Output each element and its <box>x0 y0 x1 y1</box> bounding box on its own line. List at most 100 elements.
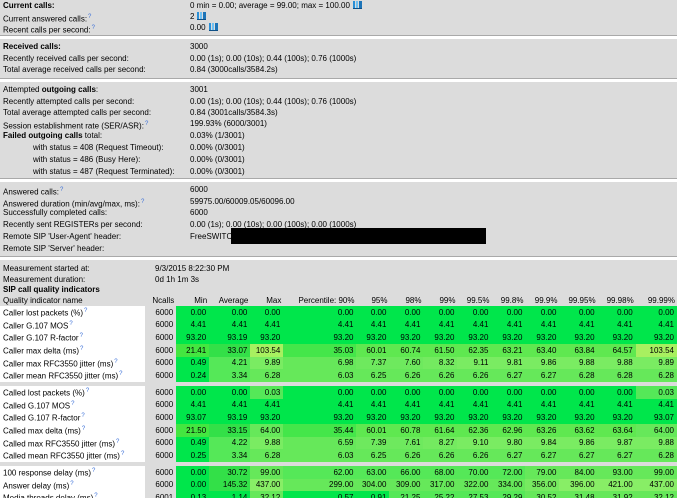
value-cell: 9.84 <box>525 436 560 450</box>
value-cell: 63.62 <box>559 423 598 437</box>
avg-received-value: 0.84 (3000calls/3584.2s) <box>190 65 278 74</box>
table-row: 100 response delay (ms)? 6000 0.00 30.72 99.… <box>0 465 677 479</box>
value-cell: 4.41 <box>209 398 251 412</box>
help-icon[interactable]: ? <box>114 359 117 365</box>
value-cell: 4.22 <box>209 436 251 450</box>
current-calls-section: Current calls: 0 min = 0.00; average = 9… <box>0 0 677 36</box>
value-cell: 4.41 <box>176 398 210 412</box>
value-cell: 0.00 <box>491 385 526 399</box>
help-icon[interactable]: ? <box>70 481 73 487</box>
help-icon[interactable]: ? <box>92 468 95 474</box>
value-cell: 62.96 <box>491 423 526 437</box>
help-icon[interactable]: ? <box>116 439 119 445</box>
value-cell: 0.00 <box>597 306 636 319</box>
value-cell: 93.20 <box>597 411 636 424</box>
value-cell: 299.00 <box>283 478 357 492</box>
value-cell: 9.88 <box>559 356 598 370</box>
table-row: Called lost packets (%)? 6000 0.00 0.00 0.03… <box>0 385 677 399</box>
help-icon[interactable]: ? <box>94 493 97 498</box>
indicator-name: Called mean RFC3550 jitter (ms)? <box>0 449 146 462</box>
value-cell: 437.00 <box>635 478 677 492</box>
value-cell: 9.89 <box>250 356 284 370</box>
help-icon[interactable]: ? <box>92 25 95 31</box>
value-cell: 4.41 <box>423 318 458 332</box>
status-486-label: with status = 486 (Busy Here): <box>33 155 141 164</box>
value-cell: 31.92 <box>597 491 636 498</box>
value-cell: 70.00 <box>457 465 492 479</box>
value-cell: 93.20 <box>457 411 492 424</box>
help-icon[interactable]: ? <box>80 346 83 352</box>
table-row: Caller max delta (ms)? 6000 21.41 33.07 103.… <box>0 343 677 357</box>
quality-title: SIP call quality indicators <box>3 285 100 294</box>
help-icon[interactable]: ? <box>69 321 72 327</box>
value-cell: 0.25 <box>176 449 210 462</box>
value-cell: 61.64 <box>423 423 458 437</box>
answered-calls-section: Answered calls:? 6000 Answered duration … <box>0 182 677 257</box>
help-icon[interactable]: ? <box>119 371 122 377</box>
chart-icon[interactable] <box>197 12 207 20</box>
recent-received-value: 0.00 (1s); 0.00 (10s); 0.44 (100s); 0.76… <box>190 54 357 63</box>
value-cell: 0.00 <box>283 385 357 399</box>
value-cell: 30.72 <box>209 465 251 479</box>
user-agent-value: FreeSWITC <box>190 232 233 241</box>
help-icon[interactable]: ? <box>121 451 124 457</box>
indicator-name: Answer delay (ms)? <box>0 478 146 492</box>
value-cell: 79.00 <box>525 465 560 479</box>
indicator-name: Caller G.107 R-factor? <box>0 331 146 344</box>
chart-icon[interactable] <box>208 23 218 31</box>
status-487-value: 0.00% (0/3001) <box>190 167 245 176</box>
value-cell: 0.00 <box>176 385 210 399</box>
table-row: Caller max RFC3550 jitter (ms)? 6000 0.49 4… <box>0 356 677 370</box>
help-icon[interactable]: ? <box>141 199 144 205</box>
help-icon[interactable]: ? <box>81 413 84 419</box>
value-cell: 30.52 <box>525 491 560 498</box>
value-cell: 93.20 <box>635 331 677 344</box>
value-cell: 93.20 <box>491 331 526 344</box>
successful-calls-label: Successfully completed calls: <box>3 208 108 217</box>
table-row: Called G.107 MOS? 6000 4.41 4.41 4.41 4.41 4.4… <box>0 398 677 412</box>
table-row: Caller lost packets (%)? 6000 0.00 0.00 0.00… <box>0 306 677 319</box>
help-icon[interactable]: ? <box>84 308 87 314</box>
help-icon[interactable]: ? <box>60 187 63 193</box>
value-cell: 0.03 <box>635 385 677 399</box>
column-header: Percentile: 90% <box>298 296 355 305</box>
received-calls-value: 3000 <box>190 42 208 51</box>
value-cell: 9.89 <box>635 356 677 370</box>
help-icon[interactable]: ? <box>88 14 91 20</box>
value-cell: 9.11 <box>457 356 492 370</box>
indicator-name: Caller mean RFC3550 jitter (ms)? <box>0 369 146 382</box>
value-cell: 93.20 <box>597 331 636 344</box>
value-cell: 93.20 <box>559 331 598 344</box>
column-header: 99.95% <box>568 296 596 305</box>
ncalls-cell: 6000 <box>145 331 177 344</box>
value-cell: 0.00 <box>176 306 210 319</box>
value-cell: 93.19 <box>209 411 251 424</box>
help-icon[interactable]: ? <box>71 401 74 407</box>
value-cell: 27.53 <box>457 491 492 498</box>
help-icon[interactable]: ? <box>80 333 83 339</box>
value-cell: 93.07 <box>176 411 210 424</box>
value-cell: 6.25 <box>356 369 390 382</box>
chart-icon[interactable] <box>352 1 362 9</box>
value-cell: 93.20 <box>176 331 210 344</box>
value-cell: 66.00 <box>389 465 424 479</box>
indicator-name: Media threads delay (ms)? <box>0 491 146 498</box>
table-row: Called G.107 R-factor? 6000 93.07 93.19 93.2… <box>0 411 677 424</box>
value-cell: 4.41 <box>597 398 636 412</box>
help-icon[interactable]: ? <box>86 388 89 394</box>
help-icon[interactable]: ? <box>145 121 148 127</box>
value-cell: 4.41 <box>389 398 424 412</box>
ncalls-cell: 6000 <box>145 449 177 462</box>
indicator-name: Caller lost packets (%)? <box>0 306 146 319</box>
help-icon[interactable]: ? <box>82 426 85 432</box>
column-header: 95% <box>371 296 388 305</box>
indicator-name: Called G.107 MOS? <box>0 398 146 412</box>
value-cell: 0.00 <box>209 385 251 399</box>
value-cell: 4.41 <box>423 398 458 412</box>
value-cell: 93.20 <box>525 411 560 424</box>
value-cell: 0.00 <box>356 385 390 399</box>
ncalls-cell: 6000 <box>145 411 177 424</box>
value-cell: 4.41 <box>283 398 357 412</box>
value-cell: 6.59 <box>283 436 357 450</box>
value-cell: 0.00 <box>525 385 560 399</box>
